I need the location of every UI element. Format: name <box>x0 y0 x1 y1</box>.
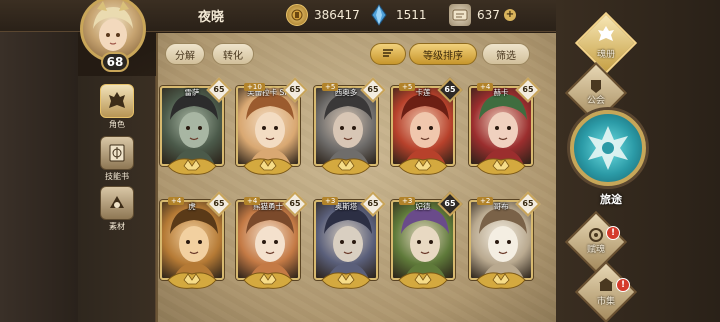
nav-label-skill-book: 技能书 <box>105 172 129 181</box>
hero-star-tag: +4 <box>168 197 185 205</box>
gold-resource: 386417 <box>286 4 360 26</box>
soul-book-label: 魂册 <box>596 50 615 60</box>
hero-level-value: 65 <box>367 85 379 94</box>
crown-crest-icon <box>395 154 451 176</box>
hero-level-value: 65 <box>213 199 225 208</box>
nav-market[interactable]: 市集 ! <box>574 260 638 322</box>
hero-star-tag: +2 <box>477 197 494 205</box>
hero-level-value: 65 <box>367 199 379 208</box>
nav-item-material[interactable]: 素材 <box>95 186 139 232</box>
convert-button[interactable]: 转化 <box>212 43 254 65</box>
summon-label: 赋魂 <box>586 245 605 255</box>
crown-crest-icon <box>473 154 529 176</box>
nav-label-material: 素材 <box>109 222 125 231</box>
market-label: 市集 <box>596 297 615 307</box>
crystal-icon <box>368 4 390 26</box>
hero-card[interactable]: 芙蕾拉卡 SP +10 65 <box>234 77 308 176</box>
hero-level-value: 65 <box>444 199 456 208</box>
left-edge-strip <box>0 0 78 322</box>
summon-alert-badge: ! <box>606 226 620 240</box>
hero-star-tag: +4 <box>244 197 261 205</box>
nav-item-character[interactable]: 角色 <box>95 84 139 130</box>
crown-crest-icon <box>318 154 374 176</box>
hero-star-tag: +3 <box>399 197 416 205</box>
hero-card[interactable]: 雷萨 65 <box>158 77 232 176</box>
scroll-value: 637 <box>477 8 500 22</box>
hero-card[interactable]: 卡莲 +5 65 <box>389 77 463 176</box>
player-avatar[interactable]: 68 <box>76 0 150 74</box>
left-nav: 角色 技能书 素材 <box>78 76 156 322</box>
hero-star-tag: +5 <box>399 83 416 91</box>
hero-star-tag: +5 <box>322 83 339 91</box>
crystal-resource: 1511 <box>368 4 427 26</box>
hero-card[interactable]: 哥布 +2 65 <box>467 191 541 290</box>
player-level-badge: 68 <box>101 52 129 72</box>
crown-crest-icon <box>240 154 296 176</box>
scroll-icon <box>449 4 471 26</box>
hero-level-value: 65 <box>289 85 301 94</box>
hero-level-value: 65 <box>522 85 534 94</box>
nav-label-character: 角色 <box>109 120 125 129</box>
hero-level-value: 65 <box>444 85 456 94</box>
hero-star-tag: +10 <box>244 83 265 91</box>
crown-crest-icon <box>395 268 451 290</box>
skill-book-icon <box>100 136 134 170</box>
journey-button[interactable] <box>570 110 646 186</box>
crystal-value: 1511 <box>396 8 427 22</box>
player-name: 夜晓 <box>198 10 225 25</box>
filter-button[interactable]: 筛选 <box>482 43 530 65</box>
hero-level-value: 65 <box>213 85 225 94</box>
decompose-button[interactable]: 分解 <box>165 43 205 65</box>
crown-crest-icon <box>318 268 374 290</box>
crown-crest-icon <box>240 268 296 290</box>
hero-star-tag: +4 <box>477 83 494 91</box>
material-icon <box>100 186 134 220</box>
hero-card[interactable]: 赫卡 +4 65 <box>467 77 541 176</box>
plus-icon[interactable]: + <box>503 9 516 21</box>
nav-item-skill-book[interactable]: 技能书 <box>95 136 139 182</box>
journey-label: 旅途 <box>600 193 622 206</box>
hero-card[interactable]: 虎 +4 65 <box>158 191 232 290</box>
hero-card[interactable]: 熊猫勇士 +4 65 <box>234 191 308 290</box>
market-alert-badge: ! <box>616 278 630 292</box>
hero-level-value: 65 <box>289 199 301 208</box>
sort-direction-button[interactable] <box>370 43 406 65</box>
crown-crest-icon <box>164 154 220 176</box>
hero-card[interactable]: 奥斯塔 +3 65 <box>312 191 386 290</box>
gold-coin-icon <box>286 4 308 26</box>
hero-level-value: 65 <box>522 199 534 208</box>
crown-crest-icon <box>473 268 529 290</box>
hero-card[interactable]: 妃德 +3 65 <box>389 191 463 290</box>
hero-card[interactable]: 西奥多 +5 65 <box>312 77 386 176</box>
list-icon <box>382 48 394 61</box>
guild-label: 公会 <box>586 96 605 106</box>
scroll-resource: 637 + <box>449 4 516 26</box>
crown-crest-icon <box>164 268 220 290</box>
character-icon <box>100 84 134 118</box>
soul-book-icon <box>576 25 636 47</box>
gold-value: 386417 <box>314 8 360 22</box>
hero-star-tag: +3 <box>322 197 339 205</box>
level-sort-button[interactable]: 等级排序 <box>409 43 477 65</box>
